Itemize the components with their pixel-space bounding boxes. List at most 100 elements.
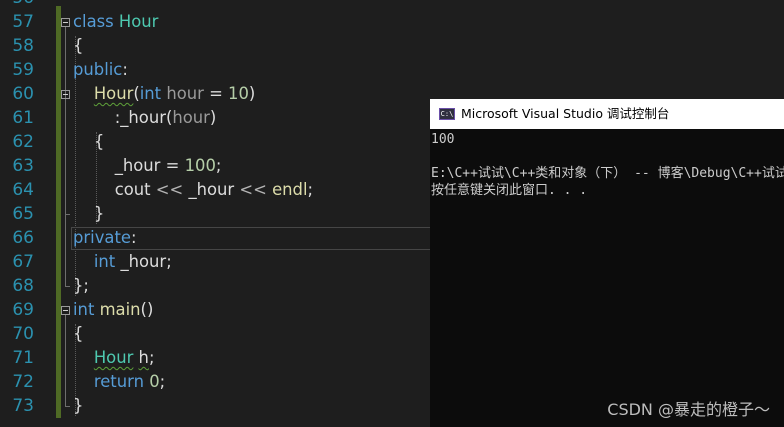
console-output-line: E:\C++试试\C++类和对象（下） -- 博客\Debug\C++试试.ex… <box>431 166 784 181</box>
code-token: 10 <box>228 84 249 103</box>
code-token: main <box>99 300 141 319</box>
code-token: { <box>93 132 105 151</box>
fold-region-end <box>65 214 70 215</box>
code-token: 0 <box>149 372 160 391</box>
code-line[interactable]: private: <box>73 226 136 250</box>
code-token-with-warning: Hour <box>93 348 134 367</box>
line-number: 68 <box>12 276 34 296</box>
code-token: ) <box>248 84 256 103</box>
code-token: endl <box>272 180 308 199</box>
code-token: ; <box>159 372 166 391</box>
code-token: ; <box>148 348 155 367</box>
code-line[interactable]: { <box>73 34 83 58</box>
line-number: 57 <box>12 12 34 32</box>
fold-region-end <box>65 406 70 407</box>
line-number: 56 <box>0 0 34 10</box>
code-line[interactable]: { <box>73 322 83 346</box>
code-token: << <box>234 180 273 199</box>
code-token: = <box>160 156 185 175</box>
code-line[interactable]: _hour = 100; <box>73 154 222 178</box>
line-number: 60 <box>12 84 34 104</box>
code-token: int <box>73 300 95 319</box>
line-number: 66 <box>12 228 34 248</box>
code-token: cout <box>114 180 151 199</box>
code-token: : <box>122 60 128 79</box>
fold-region-line <box>65 99 66 214</box>
console-app-icon: C:\ <box>439 108 455 120</box>
code-line[interactable]: { <box>73 130 104 154</box>
code-token: class <box>73 12 114 31</box>
code-token-with-warning: Hour <box>93 84 134 103</box>
code-token: int <box>93 252 116 271</box>
collapse-icon[interactable] <box>61 18 70 27</box>
code-line[interactable]: return 0; <box>73 370 165 394</box>
code-token: ; <box>215 156 222 175</box>
console-output-line: 按任意键关闭此窗口. . . <box>431 183 588 198</box>
code-line[interactable]: Hour(int hour = 10) <box>73 82 255 106</box>
code-token: _hour <box>114 156 161 175</box>
code-token: hour <box>166 84 204 103</box>
code-line[interactable]: } <box>73 394 83 418</box>
code-line[interactable]: class Hour <box>73 10 158 34</box>
code-token: private <box>73 228 131 247</box>
line-number: 63 <box>12 156 34 176</box>
changed-lines-indicator <box>56 6 61 418</box>
code-line[interactable]: }; <box>73 274 89 298</box>
line-number: 70 <box>12 324 34 344</box>
code-line[interactable]: :_hour(hour) <box>73 106 217 130</box>
code-line[interactable]: int main() <box>73 298 153 322</box>
console-window-title: Microsoft Visual Studio 调试控制台 <box>461 106 670 121</box>
code-token: { <box>73 36 84 55</box>
code-token: _hour <box>120 108 166 127</box>
line-number: 59 <box>12 60 34 80</box>
code-token: public <box>73 60 123 79</box>
line-number: 71 <box>12 348 34 368</box>
line-number: 58 <box>12 36 34 56</box>
console-output-line: 100 <box>431 132 455 147</box>
code-token: << <box>150 180 189 199</box>
code-token: }; <box>73 276 89 295</box>
line-number: 62 <box>12 132 34 152</box>
code-token: return <box>93 372 144 391</box>
line-number: 65 <box>12 204 34 224</box>
code-token: 100 <box>184 156 216 175</box>
code-token: { <box>73 324 84 343</box>
line-number: 69 <box>12 300 34 320</box>
code-token-with-warning: h <box>138 348 149 367</box>
line-number: 64 <box>12 180 34 200</box>
code-token: () <box>140 300 154 319</box>
csdn-watermark: CSDN @暴走的橙子～ <box>607 400 770 419</box>
code-token: int <box>139 84 162 103</box>
code-line[interactable]: public: <box>73 58 128 82</box>
code-token: } <box>73 396 84 415</box>
code-line[interactable]: int _hour; <box>73 250 172 274</box>
code-line[interactable]: } <box>73 202 104 226</box>
console-title-bar[interactable]: C:\ Microsoft Visual Studio 调试控制台 <box>430 99 784 129</box>
collapse-icon[interactable] <box>61 306 70 315</box>
code-token: ; <box>166 252 172 271</box>
console-output[interactable]: 100 E:\C++试试\C++类和对象（下） -- 博客\Debug\C++试试… <box>430 129 784 199</box>
debug-console-window[interactable]: C:\ Microsoft Visual Studio 调试控制台 100 E:\… <box>430 99 784 427</box>
code-token: : <box>130 228 137 247</box>
fold-region-end <box>65 286 70 287</box>
code-token: ) <box>209 108 217 127</box>
collapse-icon[interactable] <box>61 90 70 99</box>
code-token: = <box>203 84 229 103</box>
code-line[interactable]: cout << _hour << endl; <box>73 178 313 202</box>
line-number: 67 <box>12 252 34 272</box>
code-token: hour <box>172 108 210 127</box>
code-token: _hour <box>120 252 167 271</box>
code-line[interactable]: Hour h; <box>73 346 155 370</box>
code-token: ; <box>307 180 314 199</box>
fold-region-line <box>65 315 66 406</box>
